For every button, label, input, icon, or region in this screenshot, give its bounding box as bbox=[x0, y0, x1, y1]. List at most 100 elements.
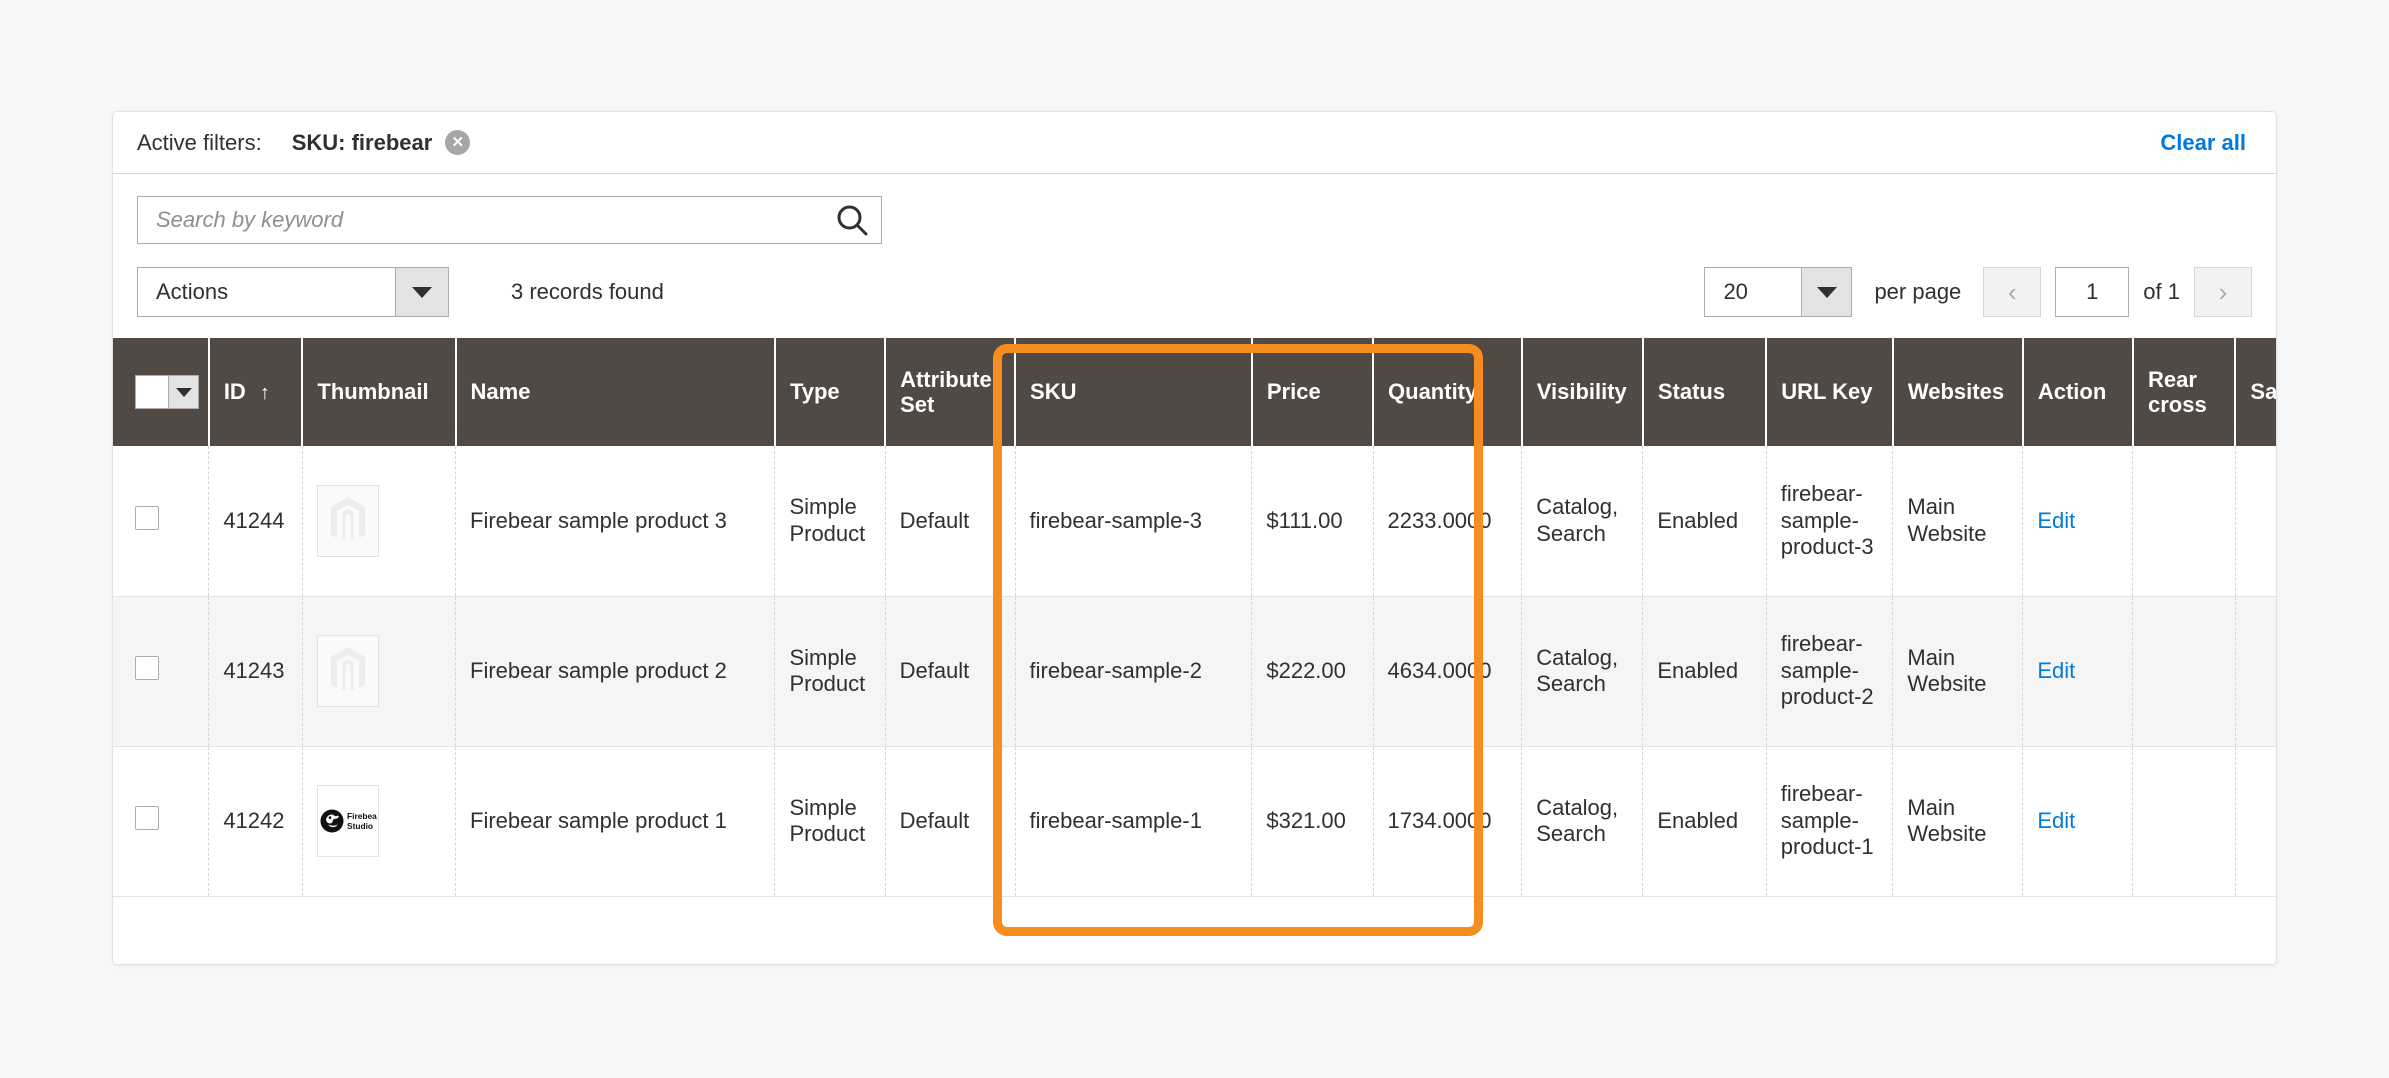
grid-toolbar: Actions 3 records found 20 per page ‹ of… bbox=[113, 244, 2276, 320]
cell-status: Enabled bbox=[1643, 596, 1766, 746]
total-pages-label: of 1 bbox=[2143, 279, 2180, 305]
actions-dropdown-label: Actions bbox=[138, 268, 395, 316]
cell-url-key: firebear-sample-product-1 bbox=[1766, 746, 1893, 896]
cell-visibility: Catalog, Search bbox=[1522, 596, 1643, 746]
column-header-attribute-set[interactable]: Attribute Set bbox=[885, 338, 1015, 446]
row-select-cell[interactable] bbox=[113, 746, 209, 896]
cell-action[interactable]: Edit bbox=[2023, 746, 2133, 896]
grid-header-row: ID↑ Thumbnail Name Type Attribute Set SK… bbox=[113, 338, 2276, 446]
filter-chip-sku[interactable]: SKU: firebear ✕ bbox=[292, 130, 471, 156]
table-row[interactable]: 41244 Firebear sample product 3 Simple P… bbox=[113, 446, 2276, 596]
cell-id: 41244 bbox=[209, 446, 303, 596]
cell-url-key: firebear-sample-product-2 bbox=[1766, 596, 1893, 746]
cell-price: $111.00 bbox=[1252, 446, 1373, 596]
cell-quantity: 1734.0000 bbox=[1373, 746, 1522, 896]
column-header-quantity[interactable]: Quantity bbox=[1373, 338, 1522, 446]
column-header-sku[interactable]: SKU bbox=[1015, 338, 1252, 446]
per-page-label: per page bbox=[1874, 279, 1961, 305]
cell-visibility: Catalog, Search bbox=[1522, 446, 1643, 596]
filter-chip-label: SKU: firebear bbox=[292, 130, 433, 156]
cell-type: Simple Product bbox=[775, 746, 885, 896]
cell-websites: Main Website bbox=[1893, 746, 2023, 896]
cell-quantity: 4634.0000 bbox=[1373, 596, 1522, 746]
cell-safeties bbox=[2235, 596, 2276, 746]
screenshot-root: Active filters: SKU: firebear ✕ Clear al… bbox=[0, 0, 2389, 1078]
cell-price: $321.00 bbox=[1252, 746, 1373, 896]
grid-body: 41244 Firebear sample product 3 Simple P… bbox=[113, 446, 2276, 896]
records-found-text: 3 records found bbox=[511, 279, 664, 305]
cell-thumbnail bbox=[302, 596, 455, 746]
cell-action[interactable]: Edit bbox=[2023, 596, 2133, 746]
cell-action[interactable]: Edit bbox=[2023, 446, 2133, 596]
row-checkbox[interactable] bbox=[135, 806, 159, 830]
table-row[interactable]: 41243 Firebear sample product 2 Simple P… bbox=[113, 596, 2276, 746]
search-box[interactable] bbox=[137, 196, 882, 244]
next-page-button[interactable]: › bbox=[2194, 267, 2252, 317]
search-row bbox=[113, 174, 2276, 244]
select-all-header[interactable] bbox=[113, 338, 209, 446]
active-filters-bar: Active filters: SKU: firebear ✕ Clear al… bbox=[113, 112, 2276, 174]
chevron-down-icon[interactable] bbox=[168, 376, 198, 408]
product-grid-card: Active filters: SKU: firebear ✕ Clear al… bbox=[112, 111, 2277, 965]
select-all-dropdown[interactable] bbox=[135, 375, 199, 409]
per-page-dropdown[interactable]: 20 bbox=[1704, 267, 1852, 317]
cell-thumbnail: Firebear Studio bbox=[302, 746, 455, 896]
edit-link[interactable]: Edit bbox=[2037, 808, 2075, 833]
cell-status: Enabled bbox=[1643, 446, 1766, 596]
cell-type: Simple Product bbox=[775, 596, 885, 746]
cell-id: 41242 bbox=[209, 746, 303, 896]
column-header-rear-cross[interactable]: Rear cross bbox=[2133, 338, 2235, 446]
table-row[interactable]: 41242 Firebear Studio bbox=[113, 746, 2276, 896]
cell-visibility: Catalog, Search bbox=[1522, 746, 1643, 896]
magento-placeholder-icon bbox=[317, 485, 379, 557]
magento-placeholder-icon bbox=[317, 635, 379, 707]
cell-safeties bbox=[2235, 446, 2276, 596]
chevron-down-icon[interactable] bbox=[395, 268, 448, 316]
actions-dropdown[interactable]: Actions bbox=[137, 267, 449, 317]
cell-thumbnail bbox=[302, 446, 455, 596]
active-filters-label: Active filters: bbox=[137, 130, 262, 156]
row-checkbox[interactable] bbox=[135, 506, 159, 530]
cell-id: 41243 bbox=[209, 596, 303, 746]
search-input[interactable] bbox=[138, 197, 823, 243]
product-grid-scroll: ID↑ Thumbnail Name Type Attribute Set SK… bbox=[113, 338, 2276, 897]
column-header-visibility[interactable]: Visibility bbox=[1522, 338, 1643, 446]
edit-link[interactable]: Edit bbox=[2037, 508, 2075, 533]
clear-all-button[interactable]: Clear all bbox=[2160, 130, 2246, 156]
column-header-name[interactable]: Name bbox=[456, 338, 775, 446]
edit-link[interactable]: Edit bbox=[2037, 658, 2075, 683]
column-header-id-label: ID bbox=[224, 379, 246, 404]
row-select-cell[interactable] bbox=[113, 446, 209, 596]
close-icon[interactable]: ✕ bbox=[445, 130, 470, 155]
column-header-url-key[interactable]: URL Key bbox=[1766, 338, 1893, 446]
cell-quantity: 2233.0000 bbox=[1373, 446, 1522, 596]
column-header-action[interactable]: Action bbox=[2023, 338, 2133, 446]
column-header-websites[interactable]: Websites bbox=[1893, 338, 2023, 446]
chevron-down-icon[interactable] bbox=[1801, 268, 1851, 316]
search-icon[interactable] bbox=[823, 197, 881, 243]
cell-url-key: firebear-sample-product-3 bbox=[1766, 446, 1893, 596]
row-select-cell[interactable] bbox=[113, 596, 209, 746]
cell-websites: Main Website bbox=[1893, 446, 2023, 596]
column-header-safeties[interactable]: Safeties/S bbox=[2235, 338, 2276, 446]
select-all-checkbox[interactable] bbox=[136, 376, 168, 408]
cell-price: $222.00 bbox=[1252, 596, 1373, 746]
cell-status: Enabled bbox=[1643, 746, 1766, 896]
column-header-type[interactable]: Type bbox=[775, 338, 885, 446]
cell-name: Firebear sample product 2 bbox=[456, 596, 775, 746]
cell-sku: firebear-sample-1 bbox=[1015, 746, 1252, 896]
pagination-controls: 20 per page ‹ of 1 › bbox=[1704, 267, 2252, 317]
column-header-price[interactable]: Price bbox=[1252, 338, 1373, 446]
cell-name: Firebear sample product 1 bbox=[456, 746, 775, 896]
cell-rear-cross bbox=[2133, 746, 2235, 896]
previous-page-button[interactable]: ‹ bbox=[1983, 267, 2041, 317]
column-header-thumbnail[interactable]: Thumbnail bbox=[302, 338, 455, 446]
row-checkbox[interactable] bbox=[135, 656, 159, 680]
page-number-input[interactable] bbox=[2055, 267, 2129, 317]
cell-rear-cross bbox=[2133, 446, 2235, 596]
cell-type: Simple Product bbox=[775, 446, 885, 596]
cell-safeties bbox=[2235, 746, 2276, 896]
cell-sku: firebear-sample-2 bbox=[1015, 596, 1252, 746]
column-header-status[interactable]: Status bbox=[1643, 338, 1766, 446]
column-header-id[interactable]: ID↑ bbox=[209, 338, 303, 446]
